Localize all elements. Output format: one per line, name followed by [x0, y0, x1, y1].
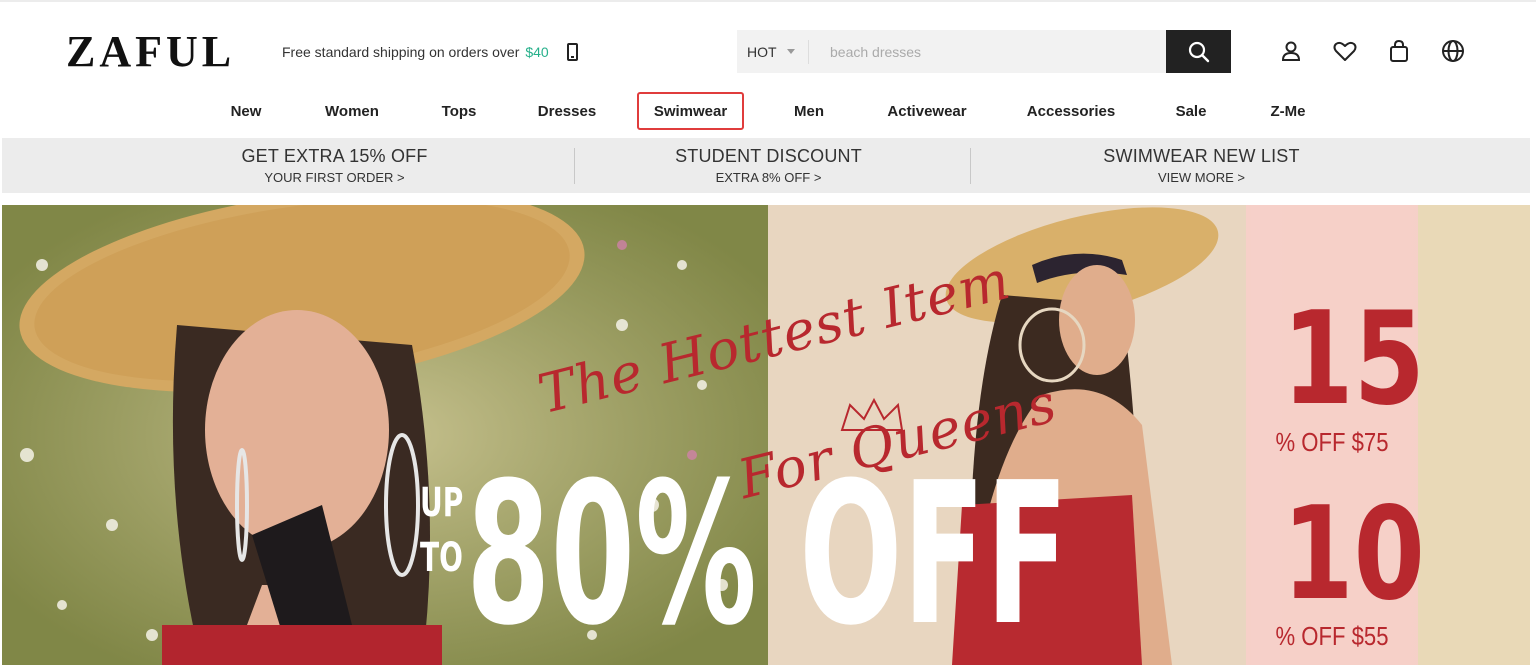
- offer2-text: % OFF $55: [1275, 621, 1389, 651]
- caret-down-icon: [786, 49, 795, 54]
- promo-title: STUDENT DISCOUNT: [675, 146, 862, 166]
- main-nav: New Women Tops Dresses Swimwear Men Acti…: [0, 92, 1536, 132]
- promo-first-order[interactable]: GET EXTRA 15% OFF YOUR FIRST ORDER >: [182, 138, 487, 193]
- search-input[interactable]: [809, 30, 1166, 73]
- nav-item-sale[interactable]: Sale: [1171, 92, 1211, 130]
- nav-item-swimwear[interactable]: Swimwear: [637, 92, 744, 130]
- banner-to-label: TO: [420, 535, 463, 581]
- search-button[interactable]: [1166, 30, 1231, 73]
- nav-item-accessories[interactable]: Accessories: [1025, 92, 1117, 130]
- promo-link[interactable]: EXTRA 8% OFF >: [616, 170, 921, 185]
- nav-item-tops[interactable]: Tops: [437, 92, 481, 130]
- wishlist-heart-icon[interactable]: [1332, 38, 1358, 64]
- promo-title: SWIMWEAR NEW LIST: [1103, 146, 1300, 166]
- search-category-select[interactable]: HOT: [737, 39, 809, 64]
- offer1-value: 15: [1282, 285, 1425, 434]
- promo-strip: GET EXTRA 15% OFF YOUR FIRST ORDER > STU…: [2, 138, 1530, 193]
- offer2-value: 10: [1282, 480, 1425, 629]
- search-icon: [1188, 41, 1209, 62]
- nav-item-women[interactable]: Women: [320, 92, 384, 130]
- banner-up-label: UP: [420, 480, 464, 526]
- nav-item-dresses[interactable]: Dresses: [534, 92, 600, 130]
- promo-divider: [574, 148, 575, 184]
- promo-swimwear-new-list[interactable]: SWIMWEAR NEW LIST VIEW MORE >: [1049, 138, 1354, 193]
- search-category-label: HOT: [747, 43, 777, 60]
- zaful-logo[interactable]: ZAFUL: [66, 28, 235, 76]
- nav-item-activewear[interactable]: Activewear: [884, 92, 970, 130]
- nav-item-z-me[interactable]: Z-Me: [1266, 92, 1310, 130]
- promo-link[interactable]: YOUR FIRST ORDER >: [182, 170, 487, 185]
- nav-item-men[interactable]: Men: [789, 92, 829, 130]
- search-bar: HOT: [737, 30, 1231, 73]
- header-icons: [1278, 38, 1466, 64]
- promo-link[interactable]: VIEW MORE >: [1049, 170, 1354, 185]
- promo-divider: [970, 148, 971, 184]
- shipping-price: $40: [525, 44, 549, 60]
- site-header: ZAFUL Free standard shipping on orders o…: [0, 0, 1536, 138]
- shipping-notice: Free standard shipping on orders over $4…: [282, 43, 578, 61]
- account-icon[interactable]: [1278, 38, 1304, 64]
- nav-item-new[interactable]: New: [225, 92, 267, 130]
- offer1-text: % OFF $75: [1275, 427, 1389, 457]
- hero-banner[interactable]: The Hottest Item For Queens UP TO 80% OF…: [2, 205, 1530, 665]
- mobile-phone-icon[interactable]: [566, 43, 578, 61]
- shopping-bag-icon[interactable]: [1386, 38, 1412, 64]
- globe-language-icon[interactable]: [1440, 38, 1466, 64]
- shipping-text: Free standard shipping on orders over: [282, 44, 520, 60]
- promo-title: GET EXTRA 15% OFF: [241, 146, 428, 166]
- banner-headline: 80% OFF: [466, 441, 1069, 665]
- promo-student-discount[interactable]: STUDENT DISCOUNT EXTRA 8% OFF >: [616, 138, 921, 193]
